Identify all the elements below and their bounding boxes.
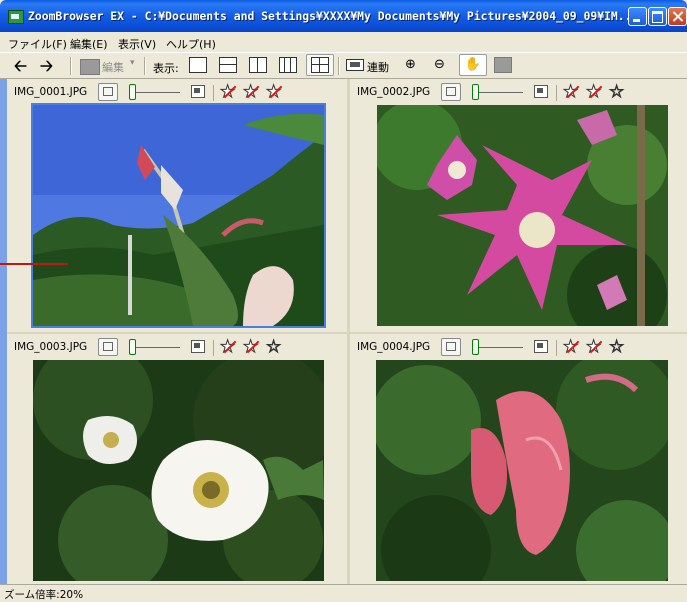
star-icon[interactable]: ☆ <box>265 337 281 358</box>
zoom-in-icon[interactable]: ⊕ <box>405 57 416 72</box>
close-button[interactable] <box>668 7 687 26</box>
star-icon[interactable]: ★ <box>585 337 601 358</box>
actual-size-button[interactable] <box>98 83 118 101</box>
image-panel-4[interactable]: IMG_0004.JPG ★ ★ ☆ <box>350 334 687 587</box>
toolbar-separator <box>338 57 340 75</box>
zoom-slider-track[interactable] <box>136 347 180 348</box>
app-icon[interactable] <box>8 10 24 24</box>
layout-four-grid-button[interactable] <box>306 54 334 76</box>
image-filename: IMG_0003.JPG <box>14 341 88 353</box>
zoom-slider-track[interactable] <box>479 92 523 93</box>
title-bar[interactable]: ZoomBrowser EX - C:¥Documents and Settin… <box>0 0 687 32</box>
image-filename: IMG_0001.JPG <box>14 86 88 98</box>
star-icon[interactable]: ☆ <box>608 82 624 103</box>
layout-two-rows-icon[interactable] <box>219 57 237 73</box>
panel-header: IMG_0003.JPG ★ ★ ☆ <box>7 334 347 360</box>
zoom-slider-thumb[interactable] <box>472 84 479 100</box>
star-icon[interactable]: ★ <box>562 82 578 103</box>
zoom-slider-thumb[interactable] <box>472 339 479 355</box>
left-edge <box>0 79 7 584</box>
image-preview[interactable] <box>376 360 668 581</box>
edit-icon <box>80 59 100 75</box>
annotation-line <box>0 263 68 265</box>
image-preview[interactable] <box>31 103 326 328</box>
zoom-out-icon[interactable]: ⊖ <box>434 57 445 72</box>
star-icon[interactable]: ★ <box>219 337 235 358</box>
forward-arrow-icon[interactable]: 🡢 <box>40 55 53 82</box>
star-icon[interactable]: ★ <box>242 337 258 358</box>
image-filename: IMG_0004.JPG <box>357 341 431 353</box>
star-icon[interactable]: ★ <box>219 82 235 103</box>
edit-button[interactable]: 編集 ▾ <box>80 57 140 75</box>
status-bar: ズーム倍率:20% <box>0 584 687 601</box>
panel-separator <box>213 340 214 356</box>
image-panel-1[interactable]: IMG_0001.JPG ★ ★ ★ <box>7 79 347 332</box>
actual-size-button[interactable] <box>441 338 461 356</box>
image-preview[interactable] <box>33 360 324 581</box>
layout-three-columns-icon[interactable] <box>279 57 297 73</box>
panel-header: IMG_0002.JPG ★ ★ ☆ <box>350 79 687 105</box>
layout-single-icon[interactable] <box>189 57 207 73</box>
zoom-slider-thumb[interactable] <box>129 84 136 100</box>
actual-size-button[interactable] <box>98 338 118 356</box>
dropdown-arrow-icon[interactable]: ▾ <box>130 58 135 68</box>
image-filename: IMG_0002.JPG <box>357 86 431 98</box>
toolbar-separator <box>144 57 146 75</box>
panel-header: IMG_0004.JPG ★ ★ ☆ <box>350 334 687 360</box>
panel-header: IMG_0001.JPG ★ ★ ★ <box>7 79 347 105</box>
layout-four-grid-icon <box>311 57 329 73</box>
fit-window-icon[interactable] <box>534 85 548 98</box>
sync-icon <box>346 59 364 71</box>
toolbar-separator <box>70 57 72 75</box>
maximize-button[interactable] <box>648 7 667 26</box>
edit-label: 編集 <box>102 61 124 74</box>
star-icon[interactable]: ★ <box>242 82 258 103</box>
zoom-slider-thumb[interactable] <box>129 339 136 355</box>
star-icon[interactable]: ★ <box>265 82 281 103</box>
panel-separator <box>556 85 557 101</box>
menu-bar: ファイル(F) 編集(E) 表示(V) ヘルプ(H) <box>0 32 687 52</box>
window-title: ZoomBrowser EX - C:¥Documents and Settin… <box>28 9 639 23</box>
minimize-button[interactable] <box>628 7 647 26</box>
hand-icon: ✋ <box>464 57 482 72</box>
menu-file[interactable]: ファイル(F) <box>8 36 67 52</box>
photo-canvas <box>376 360 668 581</box>
panel-separator <box>213 85 214 101</box>
fit-window-icon[interactable] <box>191 340 205 353</box>
star-icon[interactable]: ☆ <box>608 337 624 358</box>
toolbar: 🡠 🡢 編集 ▾ 表示: 連動 ⊕ ⊖ ✋ <box>0 52 687 79</box>
hand-tool-button[interactable]: ✋ <box>459 54 487 76</box>
menu-view[interactable]: 表示(V) <box>118 36 156 52</box>
image-preview[interactable] <box>377 105 668 326</box>
zoom-slider-track[interactable] <box>136 92 180 93</box>
photo-canvas <box>33 105 324 326</box>
fullscreen-icon[interactable] <box>494 57 512 73</box>
fit-window-icon[interactable] <box>191 85 205 98</box>
image-panel-3[interactable]: IMG_0003.JPG ★ ★ ☆ <box>7 334 347 587</box>
panel-separator <box>556 340 557 356</box>
star-icon[interactable]: ★ <box>562 337 578 358</box>
image-panel-2[interactable]: IMG_0002.JPG ★ ★ ☆ <box>350 79 687 332</box>
menu-help[interactable]: ヘルプ(H) <box>166 36 216 52</box>
sync-label: 連動 <box>367 61 389 74</box>
photo-canvas <box>33 360 324 581</box>
zoom-status: ズーム倍率:20% <box>4 589 84 601</box>
actual-size-button[interactable] <box>441 83 461 101</box>
fit-window-icon[interactable] <box>534 340 548 353</box>
zoom-slider-track[interactable] <box>479 347 523 348</box>
star-icon[interactable]: ★ <box>585 82 601 103</box>
photo-canvas <box>377 105 668 326</box>
view-label: 表示: <box>153 62 179 75</box>
layout-two-columns-icon[interactable] <box>249 57 267 73</box>
menu-edit[interactable]: 編集(E) <box>70 36 108 52</box>
back-arrow-icon[interactable]: 🡠 <box>14 55 27 82</box>
